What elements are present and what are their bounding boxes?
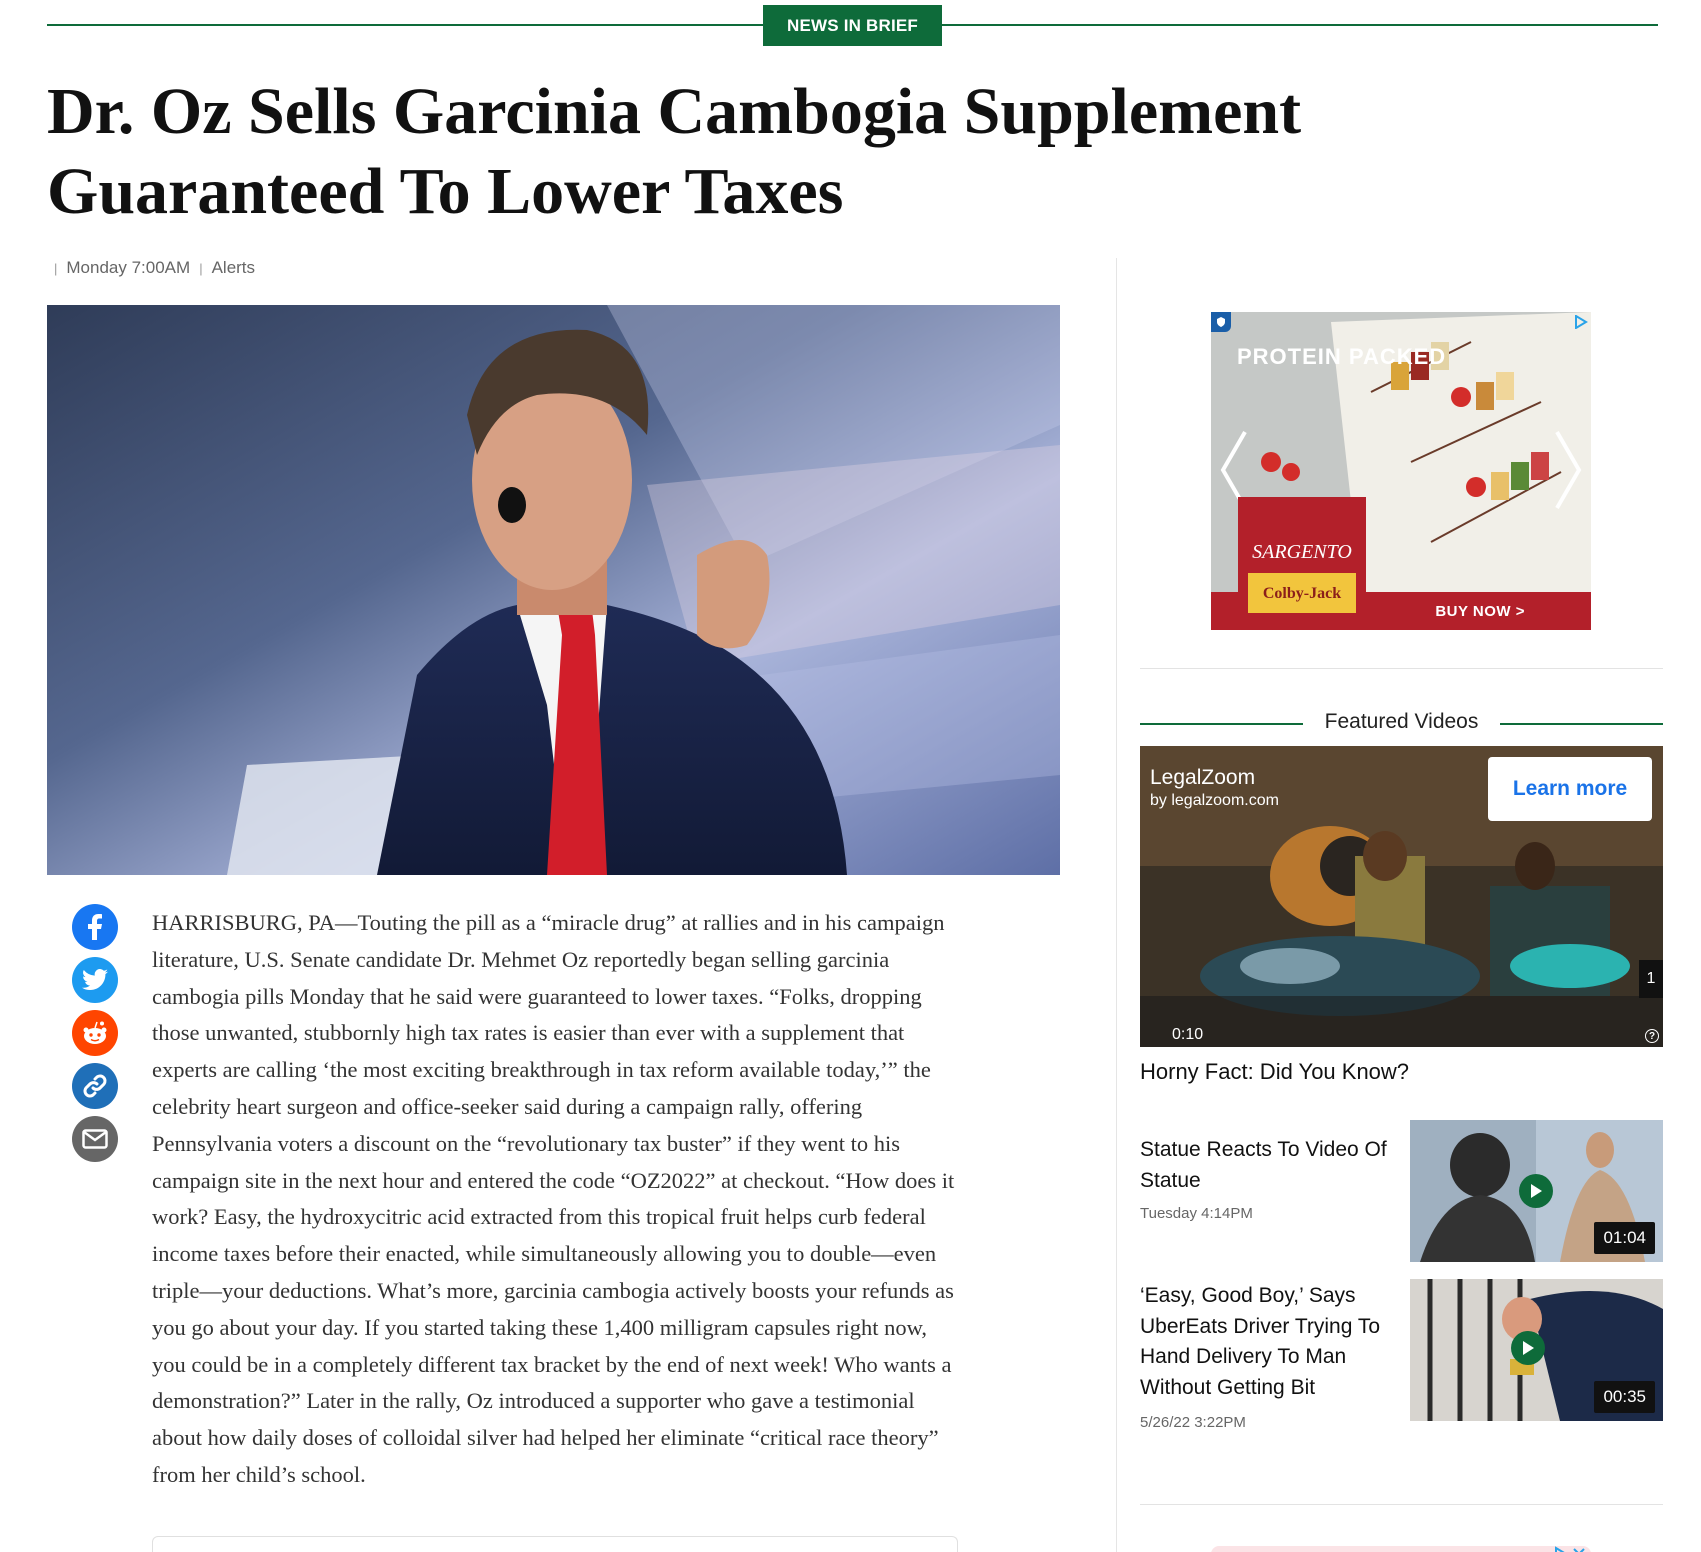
video-list-item[interactable]: ‘Easy, Good Boy,’ Says UberEats Driver T…: [1140, 1279, 1663, 1441]
player-time: 0:10: [1172, 1026, 1204, 1043]
hero-illustration: [47, 305, 1060, 875]
player-advertiser: LegalZoom: [1150, 766, 1256, 789]
link-icon[interactable]: [72, 1063, 118, 1109]
featured-videos-header: Featured Videos: [1140, 710, 1663, 734]
video-list-item[interactable]: Statue Reacts To Video Of Statue Tuesday…: [1140, 1120, 1663, 1262]
adchoices-icon[interactable]: [1553, 1546, 1569, 1552]
learn-more-button[interactable]: Learn more: [1488, 757, 1652, 821]
featured-video-caption[interactable]: Horny Fact: Did You Know?: [1140, 1059, 1409, 1085]
headline: Dr. Oz Sells Garcinia Cambogia Supplemen…: [47, 72, 1447, 232]
newsletter-box: [152, 1536, 958, 1552]
reddit-icon[interactable]: [72, 1010, 118, 1056]
twitter-icon[interactable]: [72, 957, 118, 1003]
article-paragraph: HARRISBURG, PA—Touting the pill as a “mi…: [152, 910, 955, 1487]
bottom-ad[interactable]: [1211, 1546, 1591, 1552]
help-icon[interactable]: ?: [1645, 1029, 1659, 1043]
email-icon[interactable]: [72, 1116, 118, 1162]
ad-next-arrow[interactable]: [1553, 430, 1583, 510]
ad-buy-now-button[interactable]: BUY NOW >: [1435, 603, 1525, 620]
bottom-ad-controls: [1553, 1546, 1587, 1552]
video-title[interactable]: Statue Reacts To Video Of Statue: [1140, 1135, 1390, 1196]
play-icon[interactable]: [1511, 1331, 1545, 1365]
ad-product: Colby-Jack: [1248, 573, 1356, 613]
headline-line-1: Dr. Oz Sells Garcinia Cambogia Supplemen…: [47, 75, 1302, 148]
video-thumbnail[interactable]: 00:35: [1410, 1279, 1663, 1421]
close-icon[interactable]: [1571, 1546, 1587, 1552]
column-divider: [1116, 258, 1117, 1552]
byline-category[interactable]: Alerts: [212, 258, 255, 278]
video-title[interactable]: ‘Easy, Good Boy,’ Says UberEats Driver T…: [1140, 1281, 1390, 1403]
article-body: HARRISBURG, PA—Touting the pill as a “mi…: [152, 905, 962, 1494]
byline-date: Monday 7:00AM: [66, 258, 191, 277]
player-advertiser-sub: by legalzoom.com: [1150, 792, 1279, 809]
ad-brand: SARGENTO: [1252, 541, 1352, 563]
ad-product-bag: SARGENTO Colby-Jack: [1238, 497, 1366, 630]
featured-videos-title: Featured Videos: [1140, 710, 1663, 734]
featured-videos-title-text: Featured Videos: [1306, 710, 1497, 733]
sidebar-divider: [1140, 1504, 1663, 1505]
byline-separator: |: [54, 260, 58, 276]
facebook-icon[interactable]: [72, 904, 118, 950]
sidebar-ad[interactable]: PROTEIN PACKED SARGENTO Colby-Jack BUY N…: [1211, 312, 1591, 630]
video-date: 5/26/22 3:22PM: [1140, 1414, 1246, 1431]
hero-image: [47, 305, 1060, 875]
byline-separator: |: [199, 260, 203, 276]
share-bar: [72, 904, 118, 1162]
byline: | Monday 7:00AM | Alerts: [54, 258, 255, 278]
adchoices-icon[interactable]: [1571, 312, 1591, 332]
video-duration: 01:04: [1594, 1222, 1655, 1254]
play-icon[interactable]: [1519, 1174, 1553, 1208]
headline-line-2: Guaranteed To Lower Taxes: [47, 155, 844, 228]
ad-headline: PROTEIN PACKED: [1237, 344, 1447, 369]
section-tag[interactable]: NEWS IN BRIEF: [763, 5, 942, 46]
player-count: 1: [1639, 960, 1663, 998]
sidebar-divider: [1140, 668, 1663, 669]
video-duration: 00:35: [1594, 1381, 1655, 1413]
ad-privacy-icon[interactable]: [1211, 312, 1231, 332]
video-thumbnail[interactable]: 01:04: [1410, 1120, 1663, 1262]
video-date: Tuesday 4:14PM: [1140, 1205, 1253, 1222]
video-player[interactable]: LegalZoom by legalzoom.com Learn more 1 …: [1140, 746, 1663, 1047]
